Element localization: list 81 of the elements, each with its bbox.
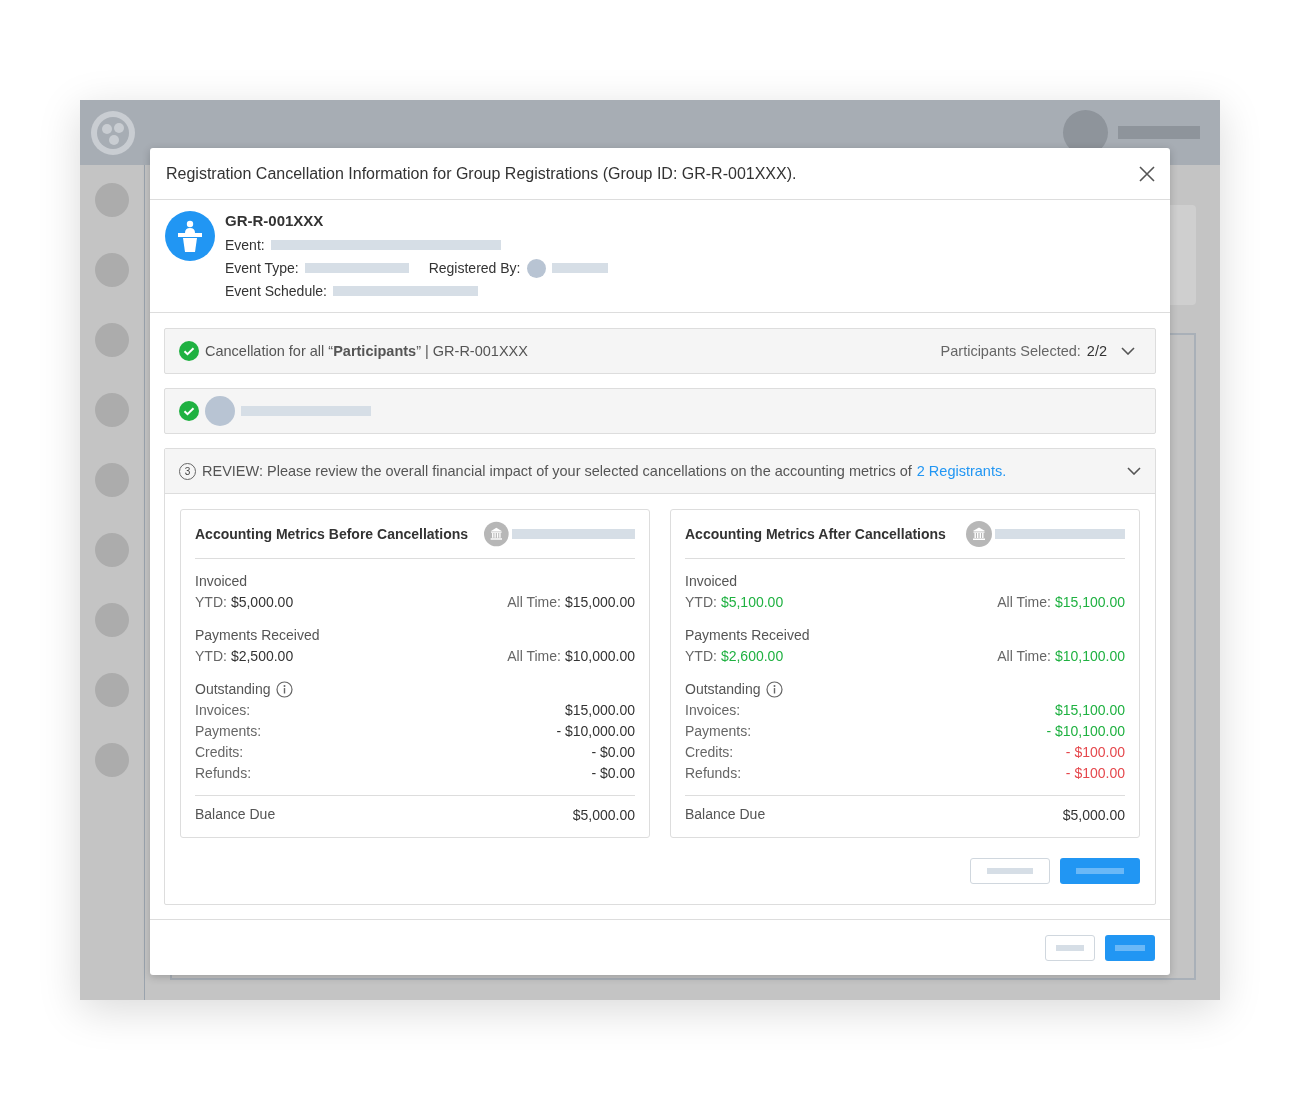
metric-label: Refunds:	[685, 764, 742, 783]
info-icon[interactable]	[275, 681, 293, 698]
registration-id: GR-R-001XXX	[225, 211, 325, 231]
metric-value: - $0.00	[591, 743, 635, 762]
chevron-down-icon[interactable]	[1121, 347, 1135, 355]
metric-label: All Time:	[507, 593, 561, 612]
section-title: Cancellation for all “Participants” | GR-R-001XXX	[205, 343, 528, 359]
balance-label: Balance Due	[685, 805, 766, 824]
metric-value: $10,100.00	[1054, 647, 1125, 666]
balance-value: $5,000.00	[572, 806, 635, 823]
metric-heading: Outstanding	[685, 680, 761, 699]
secondary-button[interactable]	[970, 858, 1050, 884]
balance-label: Balance Due	[195, 805, 276, 824]
metric-label: All Time:	[997, 647, 1051, 666]
metric-label: YTD:	[685, 647, 717, 666]
metric-label: Credits:	[685, 743, 734, 762]
metric-label: YTD:	[195, 593, 227, 612]
metric-value: $5,100.00	[720, 593, 784, 612]
sidebar-nav-icon[interactable]	[95, 743, 129, 777]
field-label: Event:	[225, 237, 265, 253]
metric-value: $5,000.00	[230, 593, 294, 612]
presenter-podium-icon	[165, 211, 215, 261]
metric-value: - $100.00	[1065, 743, 1125, 762]
avatar-icon	[205, 396, 235, 426]
metric-heading: Invoiced	[195, 572, 249, 591]
metric-value: $15,100.00	[1054, 593, 1125, 612]
avatar-icon	[526, 258, 546, 278]
metric-value: $15,000.00	[564, 593, 635, 612]
metric-label: Credits:	[195, 743, 244, 762]
metric-heading: Payments Received	[195, 626, 321, 645]
sidebar-nav-icon[interactable]	[95, 463, 129, 497]
logo-icon	[90, 109, 136, 156]
metric-value: - $0.00	[591, 764, 635, 783]
sidebar-nav-icon[interactable]	[95, 673, 129, 707]
info-icon[interactable]	[765, 681, 783, 698]
participant-row[interactable]	[164, 388, 1156, 434]
chevron-down-icon[interactable]	[1127, 467, 1141, 475]
sidebar-nav-icon[interactable]	[95, 253, 129, 287]
selection-label: Participants Selected:	[940, 343, 1081, 359]
card-title: Accounting Metrics After Cancellations	[685, 526, 946, 542]
bank-icon	[484, 521, 509, 547]
metric-value: - $100.00	[1065, 764, 1125, 783]
field-label: Event Schedule:	[225, 283, 327, 299]
sidebar-nav-icon[interactable]	[95, 533, 129, 567]
selection-count: 2/2	[1086, 343, 1107, 359]
metric-heading: Outstanding	[195, 680, 271, 699]
dialog-title: Registration Cancellation Information for Group Registrations (Group ID: GR-R-001XXX).	[166, 164, 797, 183]
sidebar-nav-icon[interactable]	[95, 183, 129, 217]
metric-label: All Time:	[997, 593, 1051, 612]
sidebar-nav-icon[interactable]	[95, 323, 129, 357]
metric-label: All Time:	[507, 647, 561, 666]
close-icon[interactable]	[1139, 165, 1155, 182]
metric-label: YTD:	[685, 593, 717, 612]
metric-value: $15,000.00	[564, 701, 635, 720]
secondary-button[interactable]	[1045, 935, 1095, 961]
primary-button[interactable]	[1060, 858, 1140, 884]
card-title: Accounting Metrics Before Cancellations	[195, 526, 469, 542]
metric-label: Invoices:	[195, 701, 251, 720]
field-label: Event Type:	[225, 260, 299, 276]
bank-icon	[966, 521, 992, 547]
sidebar-nav-icon[interactable]	[95, 393, 129, 427]
metric-value: $15,100.00	[1054, 701, 1125, 720]
metric-value: - $10,100.00	[1046, 722, 1125, 741]
metric-value: - $10,000.00	[556, 722, 635, 741]
metric-label: Payments:	[195, 722, 262, 741]
text-placeholder	[551, 263, 608, 273]
section-header[interactable]: Cancellation for all “Participants” | GR-R-001XXX Participants Selected: 2/2	[164, 328, 1156, 374]
metric-label: YTD:	[195, 647, 227, 666]
review-instruction: REVIEW: Please review the overall financial impact of your selected cancellations on the accounting metrics of	[202, 463, 912, 479]
metric-heading: Invoiced	[685, 572, 739, 591]
metric-label: Invoices:	[685, 701, 741, 720]
metric-value: $10,000.00	[564, 647, 635, 666]
field-label: Registered By:	[428, 260, 521, 276]
metric-value: $2,500.00	[230, 647, 294, 666]
primary-button[interactable]	[1105, 935, 1155, 961]
metric-label: Payments:	[685, 722, 752, 741]
metric-heading: Payments Received	[685, 626, 811, 645]
balance-value: $5,000.00	[1062, 806, 1125, 823]
sidebar-nav-icon[interactable]	[95, 603, 129, 637]
metric-label: Refunds:	[195, 764, 252, 783]
metric-value: $2,600.00	[720, 647, 784, 666]
